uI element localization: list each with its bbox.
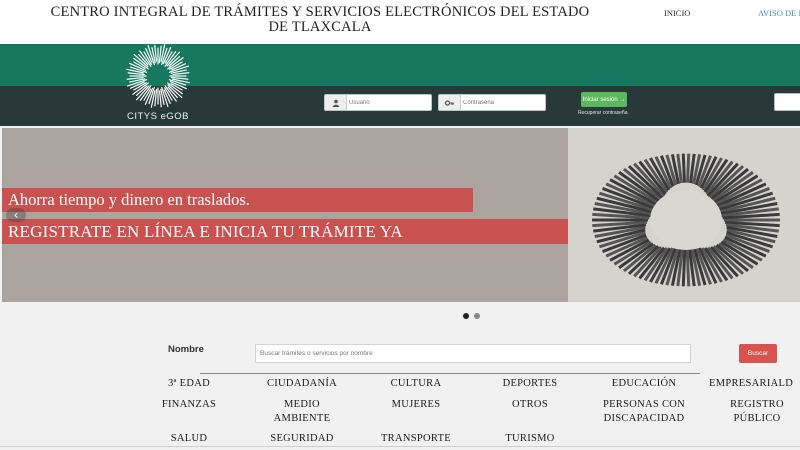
category-link[interactable]: CULTURA (351, 377, 481, 391)
category-link[interactable]: REGISTRO PÚBLICO (717, 398, 797, 426)
category-link[interactable]: MEDIO AMBIENTE (262, 398, 342, 426)
search-label: Nombre (168, 344, 204, 355)
carousel-dot[interactable] (474, 313, 480, 319)
footer-divider (0, 446, 800, 447)
username-input[interactable] (349, 96, 429, 109)
username-field[interactable] (324, 94, 432, 111)
citys-logo[interactable]: CITYS eGOB (112, 42, 204, 126)
logo-text: CITYS eGOB (126, 111, 189, 122)
recover-password-link[interactable]: Recuperar contraseña (578, 110, 627, 116)
category-link[interactable]: EMPRESARIALD (709, 377, 800, 391)
divider (200, 373, 700, 374)
carousel-indicators (463, 313, 480, 319)
category-link[interactable]: EDUCACIÓN (579, 377, 709, 391)
chevron-left-icon[interactable]: ‹ (6, 208, 26, 222)
nav-inicio-link[interactable]: INICIO (664, 8, 690, 18)
category-link[interactable]: CIUDADANÍA (237, 377, 367, 391)
category-link[interactable]: PERSONAS CON DISCAPACIDAD (589, 398, 699, 426)
nav-aviso-link[interactable]: AVISO DE P (758, 8, 800, 18)
sculpture-image (568, 128, 800, 302)
password-field[interactable] (438, 94, 546, 111)
user-icon (325, 95, 347, 110)
search-input[interactable] (255, 344, 691, 363)
carousel-dot[interactable] (463, 313, 469, 319)
category-link[interactable]: OTROS (465, 398, 595, 412)
category-link[interactable]: SEGURIDAD (237, 432, 367, 446)
category-link[interactable]: FINANZAS (124, 398, 254, 412)
banner-line-1: Ahorra tiempo y dinero en traslados. (2, 188, 473, 212)
banner-line-2: REGISTRATE EN LÍNEA E INICIA TU TRÁMITE … (2, 219, 568, 244)
search-button[interactable]: Buscar (739, 344, 777, 363)
extra-nav-box[interactable] (774, 93, 800, 111)
key-icon (439, 95, 461, 110)
password-input[interactable] (463, 96, 543, 109)
login-button[interactable]: Iniciar sesión → (581, 92, 627, 107)
hero-carousel: Ahorra tiempo y dinero en traslados. REG… (2, 128, 800, 302)
top-header: CENTRO INTEGRAL DE TRÁMITES Y SERVICIOS … (0, 0, 800, 44)
category-link[interactable]: MUJERES (351, 398, 481, 412)
category-link[interactable]: SALUD (124, 432, 254, 446)
category-link[interactable]: TRANSPORTE (351, 432, 481, 446)
category-link[interactable]: TURISMO (465, 432, 595, 446)
category-link[interactable]: DEPORTES (465, 377, 595, 391)
category-link[interactable]: 3ª EDAD (124, 377, 254, 391)
site-title: CENTRO INTEGRAL DE TRÁMITES Y SERVICIOS … (50, 4, 590, 35)
tlaxcala-map-logo-icon (126, 44, 190, 108)
